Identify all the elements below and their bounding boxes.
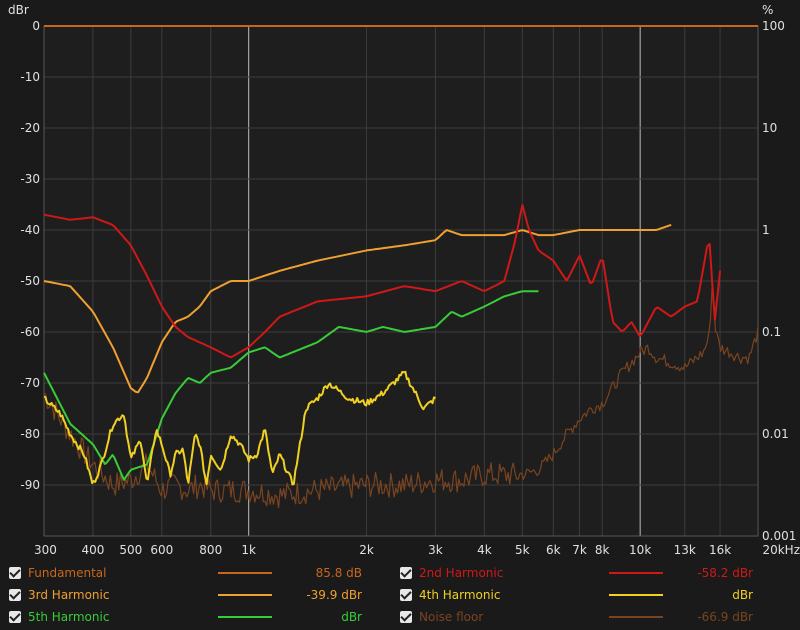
y2-tick-label: 10 (762, 121, 777, 135)
y-tick-label: -70 (20, 376, 40, 390)
x-tick-label: 400 (81, 543, 104, 557)
y-tick-label: 0 (32, 19, 40, 33)
y2-axis-label: % (762, 3, 773, 17)
checkbox-3rd-harmonic[interactable] (9, 589, 21, 601)
checkbox-fundamental[interactable] (9, 567, 21, 579)
x-tick-label: 10k (629, 543, 651, 557)
harmonic-distortion-chart: 300 400 500 600 800 1k 2k 3k 4k 5k 6k 7k 8k 10k 13k 16k… (8, 3, 800, 557)
legend-swatch (609, 594, 663, 596)
legend-label: 3rd Harmonic (28, 588, 110, 602)
y2-tick-label: 100 (762, 19, 785, 33)
x-tick-label: 500 (119, 543, 142, 557)
checkbox-4th-harmonic[interactable] (400, 589, 412, 601)
legend-item-2nd-harmonic[interactable]: 2nd Harmonic -58.2 dBr (391, 562, 753, 584)
legend-swatch (218, 572, 272, 574)
checkbox-5th-harmonic[interactable] (9, 611, 21, 623)
x-tick-label: 13k (674, 543, 696, 557)
x-tick-label: 300 (34, 543, 57, 557)
legend-item-5th-harmonic[interactable]: 5th Harmonic dBr (0, 606, 362, 628)
legend-value: dBr (732, 588, 753, 602)
legend-value: 85.8 dB (315, 566, 362, 580)
y2-tick-label: 0.1 (762, 325, 781, 339)
legend-item-fundamental[interactable]: Fundamental 85.8 dB (0, 562, 362, 584)
legend-label: Noise floor (419, 610, 484, 624)
x-tick-label: 600 (150, 543, 173, 557)
legend-swatch (218, 616, 272, 618)
y-tick-label: -30 (20, 172, 40, 186)
x-tick-labels: 300 400 500 600 800 1k 2k 3k 4k 5k 6k 7k 8k 10k 13k 16k… (34, 543, 800, 557)
y-tick-label: -80 (20, 427, 40, 441)
x-tick-label: 800 (199, 543, 222, 557)
checkbox-2nd-harmonic[interactable] (400, 567, 412, 579)
y2-tick-label: 1 (762, 223, 770, 237)
x-tick-label: 5k (515, 543, 530, 557)
y2-tick-labels: 100 10 1 0.1 0.01 0.001 (762, 19, 796, 543)
x-tick-label: 20kHz (762, 543, 800, 557)
legend-value: -58.2 dBr (697, 566, 753, 580)
legend-item-3rd-harmonic[interactable]: 3rd Harmonic -39.9 dBr (0, 584, 362, 606)
legend-label: 2nd Harmonic (419, 566, 504, 580)
y2-tick-label: 0.001 (762, 529, 796, 543)
x-tick-label: 1k (241, 543, 256, 557)
legend-item-noise-floor[interactable]: Noise floor -66.9 dBr (391, 606, 753, 628)
legend-label: 4th Harmonic (419, 588, 501, 602)
y-tick-label: -40 (20, 223, 40, 237)
legend-label: Fundamental (28, 566, 107, 580)
legend-value: -66.9 dBr (697, 610, 753, 624)
x-tick-label: 16k (709, 543, 731, 557)
y-tick-label: -50 (20, 274, 40, 288)
y-tick-label: -10 (20, 70, 40, 84)
x-tick-label: 7k (572, 543, 587, 557)
legend-swatch (609, 616, 663, 618)
legend: Fundamental 85.8 dB 2nd Harmonic -58.2 d… (0, 562, 800, 630)
x-tick-label: 4k (477, 543, 492, 557)
legend-value: -39.9 dBr (306, 588, 362, 602)
checkbox-noise-floor[interactable] (400, 611, 412, 623)
x-tick-label: 3k (428, 543, 443, 557)
x-tick-label: 6k (546, 543, 561, 557)
legend-label: 5th Harmonic (28, 610, 110, 624)
y-axis-label: dBr (8, 3, 29, 17)
y2-tick-label: 0.01 (762, 427, 789, 441)
x-tick-label: 8k (595, 543, 610, 557)
legend-swatch (218, 594, 272, 596)
legend-item-4th-harmonic[interactable]: 4th Harmonic dBr (391, 584, 753, 606)
y-tick-label: -60 (20, 325, 40, 339)
x-tick-label: 2k (359, 543, 374, 557)
legend-swatch (609, 572, 663, 574)
y-tick-label: -20 (20, 121, 40, 135)
legend-value: dBr (341, 610, 362, 624)
y-tick-label: -90 (20, 478, 40, 492)
y-tick-labels: 0 -10 -20 -30 -40 -50 -60 -70 -80 -90 (20, 19, 40, 492)
